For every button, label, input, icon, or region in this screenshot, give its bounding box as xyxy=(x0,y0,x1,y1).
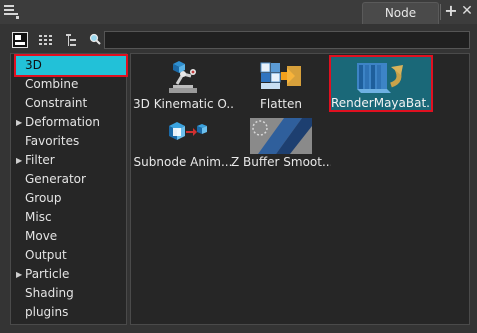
category-label: Favorites xyxy=(25,134,80,148)
category-list: 3D Combine Constraint ▶ Deformation Favorites… xyxy=(10,53,128,325)
category-item-group[interactable]: Group xyxy=(16,189,126,208)
category-label: Particle xyxy=(25,267,70,281)
z-buffer-smooth-icon xyxy=(231,118,331,154)
category-item-favorites[interactable]: Favorites xyxy=(16,132,126,151)
category-item-output[interactable]: Output xyxy=(16,246,126,265)
node-z-buffer-smooth[interactable]: Z Buffer Smoot... xyxy=(231,116,331,172)
node-flatten[interactable]: Flatten xyxy=(231,58,331,114)
category-label: Combine xyxy=(25,77,79,91)
flatten-icon xyxy=(231,60,331,96)
close-tab-button[interactable]: ✕ xyxy=(460,3,474,19)
tree-view-icon[interactable] xyxy=(64,32,80,48)
category-item-particle[interactable]: ▶ Particle xyxy=(16,265,126,284)
category-label: Generator xyxy=(25,172,86,186)
category-label: Shading xyxy=(25,286,74,300)
category-item-generator[interactable]: Generator xyxy=(16,170,126,189)
category-label: 3D xyxy=(25,58,42,72)
category-label: Output xyxy=(25,248,67,262)
node-label: RenderMayaBat... xyxy=(331,96,431,110)
category-item-3d[interactable]: 3D xyxy=(14,54,128,77)
render-maya-batch-icon xyxy=(331,59,431,95)
category-label: Constraint xyxy=(25,96,88,110)
expand-arrow-icon[interactable]: ▶ xyxy=(16,265,24,284)
category-label: Group xyxy=(25,191,62,205)
category-item-combine[interactable]: Combine xyxy=(16,75,126,94)
menu-icon[interactable] xyxy=(4,4,20,19)
tab-separator xyxy=(440,4,441,20)
category-label: Misc xyxy=(25,210,52,224)
category-item-move[interactable]: Move xyxy=(16,227,126,246)
node-label: Z Buffer Smoot... xyxy=(231,155,331,169)
expand-arrow-icon[interactable]: ▶ xyxy=(16,151,24,170)
category-item-constraint[interactable]: Constraint xyxy=(16,94,126,113)
search-icon[interactable] xyxy=(88,32,104,48)
title-bar: Node Library + ✕ xyxy=(0,0,477,40)
node-label: Subnode Anim... xyxy=(133,155,233,169)
node-3d-kinematic-output[interactable]: 3D Kinematic O... xyxy=(133,58,233,114)
list-view-icon[interactable] xyxy=(38,32,54,48)
node-grid: 3D Kinematic O... Flatten RenderMayaBat.… xyxy=(130,53,470,325)
category-item-shading[interactable]: Shading xyxy=(16,284,126,303)
category-label: Filter xyxy=(25,153,55,167)
category-label: Move xyxy=(25,229,58,243)
node-label: 3D Kinematic O... xyxy=(133,97,233,111)
category-label: Deformation xyxy=(25,115,100,129)
subnode-animation-icon xyxy=(133,118,233,154)
category-item-plugins[interactable]: plugins xyxy=(16,303,126,322)
search-input[interactable] xyxy=(104,31,470,49)
category-item-misc[interactable]: Misc xyxy=(16,208,126,227)
category-label: plugins xyxy=(25,305,69,319)
tab-node-library[interactable]: Node Library xyxy=(362,2,439,40)
node-render-maya-batch[interactable]: RenderMayaBat... xyxy=(329,55,433,112)
kinematic-output-icon xyxy=(133,60,233,96)
expand-arrow-icon[interactable]: ▶ xyxy=(16,113,24,132)
category-item-deformation[interactable]: ▶ Deformation xyxy=(16,113,126,132)
category-item-filter[interactable]: ▶ Filter xyxy=(16,151,126,170)
node-label: Flatten xyxy=(260,97,302,111)
node-subnode-animation[interactable]: Subnode Anim... xyxy=(133,116,233,172)
large-icons-view-icon[interactable] xyxy=(12,32,28,48)
add-tab-button[interactable]: + xyxy=(444,3,458,19)
